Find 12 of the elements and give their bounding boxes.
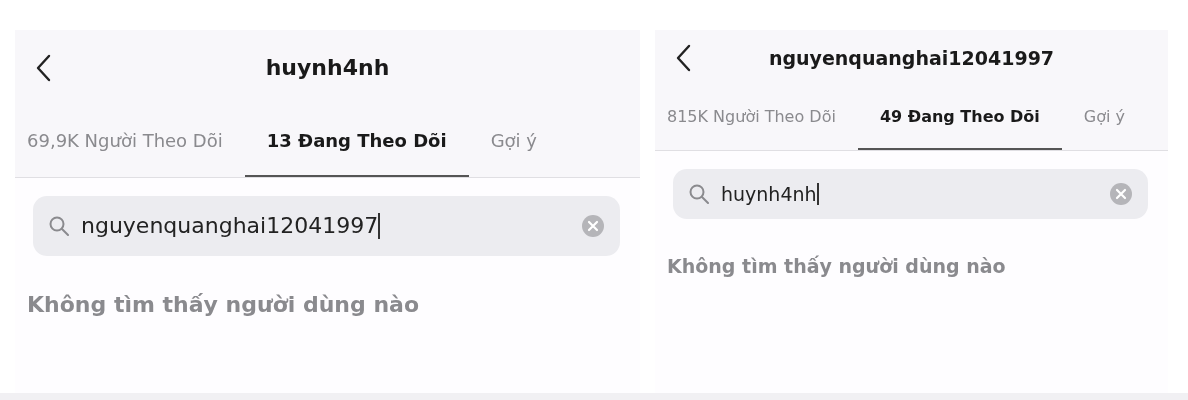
profile-title: huynh4nh — [265, 55, 390, 80]
search-icon — [49, 216, 69, 236]
search-field[interactable]: huynh4nh — [673, 169, 1148, 219]
profile-title: nguyenquanghai12041997 — [768, 46, 1055, 69]
search-field[interactable]: nguyenquanghai12041997 — [33, 196, 620, 256]
back-icon[interactable] — [675, 43, 691, 72]
tab[interactable]: 49 Đang Theo Dõi — [857, 85, 1062, 150]
search-icon — [689, 184, 709, 204]
tab[interactable]: 13 Đang Theo Dõi — [244, 105, 469, 177]
empty-message: Không tìm thấy người dùng nào — [667, 255, 1007, 277]
back-icon[interactable] — [35, 53, 51, 82]
empty-message: Không tìm thấy người dùng nào — [27, 292, 421, 317]
